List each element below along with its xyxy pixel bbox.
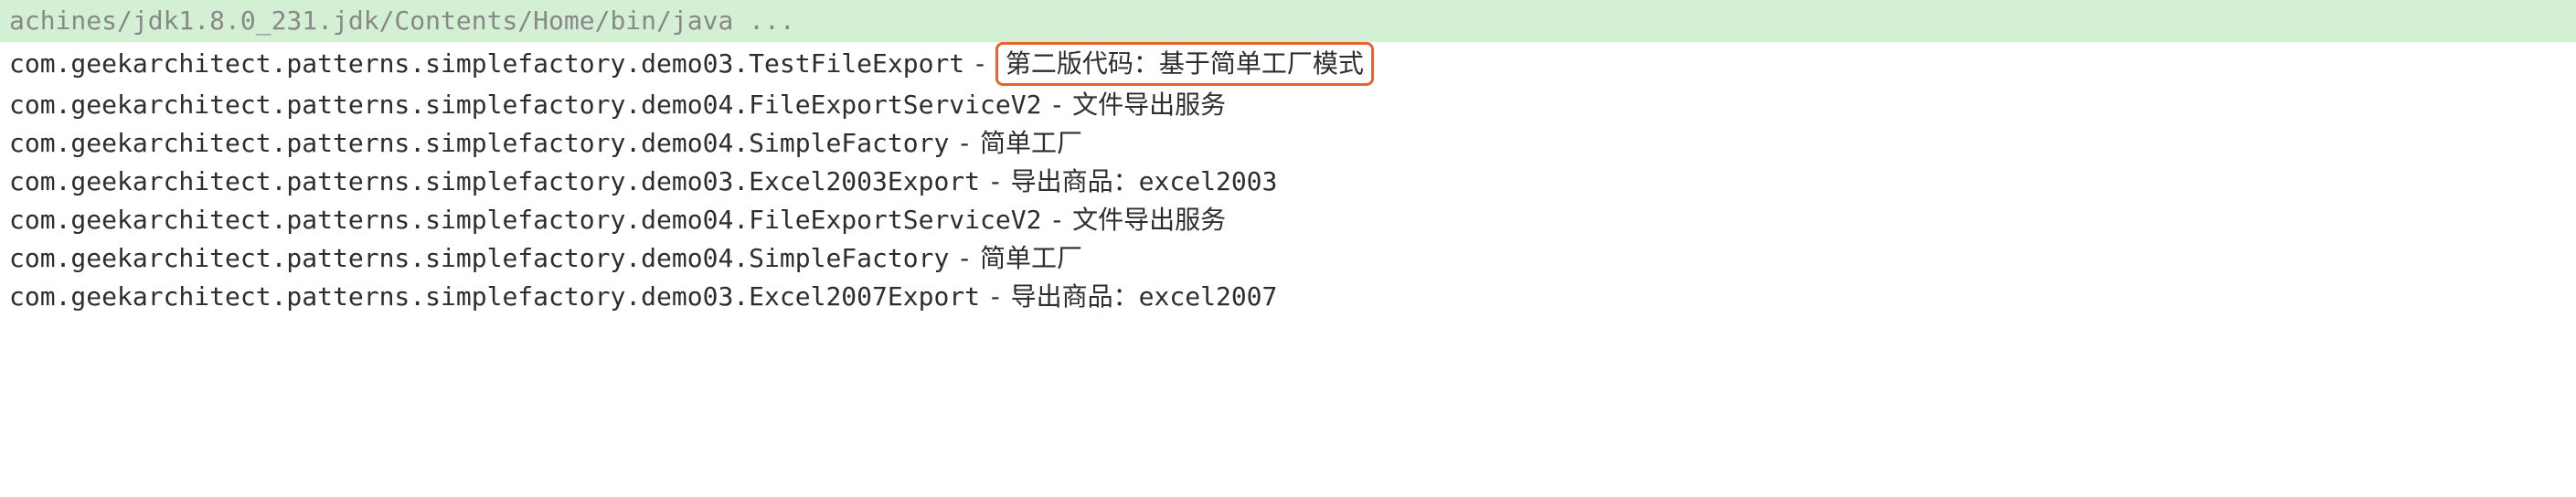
log-separator: - xyxy=(957,239,973,278)
log-class-name: com.geekarchitect.patterns.simplefactory… xyxy=(9,201,1041,239)
log-message: 第二版代码：基于简单工厂模式 xyxy=(1006,48,1364,79)
log-message: 文件导出服务 xyxy=(1072,86,1226,124)
log-message: 文件导出服务 xyxy=(1072,201,1226,239)
log-line: com.geekarchitect.patterns.simplefactory… xyxy=(9,239,2567,278)
log-class-name: com.geekarchitect.patterns.simplefactory… xyxy=(9,86,1041,124)
log-separator: - xyxy=(1049,201,1065,239)
log-separator: - xyxy=(957,124,973,163)
log-separator: - xyxy=(987,278,1003,316)
log-separator: - xyxy=(1049,86,1065,124)
log-class-name: com.geekarchitect.patterns.simplefactory… xyxy=(9,278,980,316)
log-class-name: com.geekarchitect.patterns.simplefactory… xyxy=(9,45,964,83)
log-class-name: com.geekarchitect.patterns.simplefactory… xyxy=(9,163,980,201)
log-line: com.geekarchitect.patterns.simplefactory… xyxy=(9,201,2567,239)
java-path-text: achines/jdk1.8.0_231.jdk/Contents/Home/b… xyxy=(9,5,795,36)
console-header: achines/jdk1.8.0_231.jdk/Contents/Home/b… xyxy=(0,0,2576,42)
log-line: com.geekarchitect.patterns.simplefactory… xyxy=(9,163,2567,201)
log-message: 导出商品：excel2007 xyxy=(1011,278,1278,316)
log-separator: - xyxy=(973,45,988,83)
log-class-name: com.geekarchitect.patterns.simplefactory… xyxy=(9,124,949,163)
log-line: com.geekarchitect.patterns.simplefactory… xyxy=(9,124,2567,163)
log-line: com.geekarchitect.patterns.simplefactory… xyxy=(9,278,2567,316)
log-class-name: com.geekarchitect.patterns.simplefactory… xyxy=(9,239,949,278)
log-line: com.geekarchitect.patterns.simplefactory… xyxy=(9,86,2567,124)
log-line: com.geekarchitect.patterns.simplefactory… xyxy=(9,42,2567,86)
log-message: 导出商品：excel2003 xyxy=(1011,163,1278,201)
log-message: 简单工厂 xyxy=(980,124,1082,163)
log-separator: - xyxy=(987,163,1003,201)
console-output: com.geekarchitect.patterns.simplefactory… xyxy=(0,42,2576,316)
log-message: 简单工厂 xyxy=(980,239,1082,278)
highlighted-message: 第二版代码：基于简单工厂模式 xyxy=(995,42,1374,86)
